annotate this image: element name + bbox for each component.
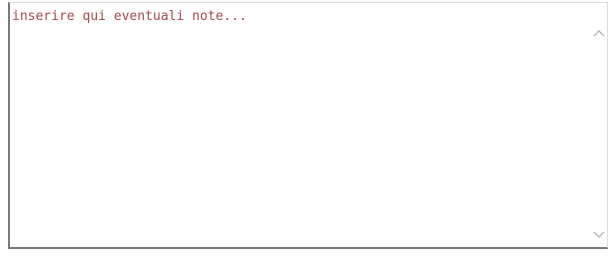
notes-placeholder: inserire qui eventuali note... — [12, 9, 247, 24]
vertical-scrollbar[interactable] — [591, 3, 607, 247]
chevron-up-icon — [593, 30, 605, 37]
scroll-down-button[interactable] — [591, 227, 607, 243]
scroll-up-button[interactable] — [591, 25, 607, 41]
notes-textarea[interactable]: inserire qui eventuali note... — [8, 2, 608, 249]
chevron-down-icon — [593, 231, 605, 238]
